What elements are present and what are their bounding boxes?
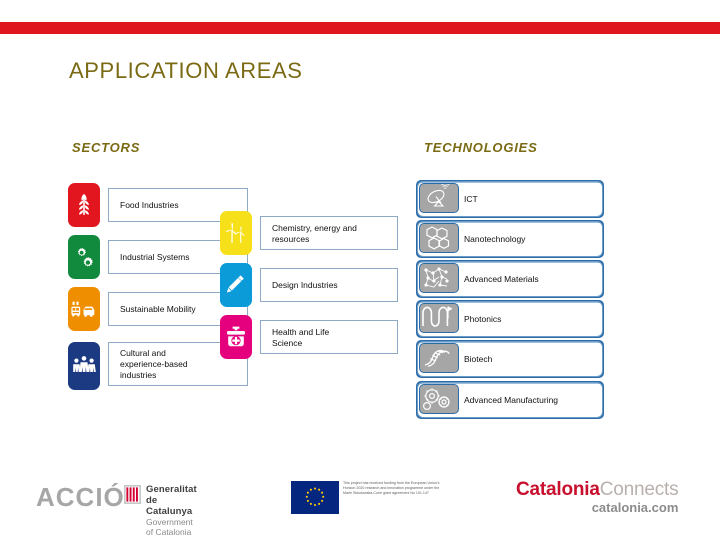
generalitat-line2: Government of Catalonia bbox=[146, 517, 193, 537]
eu-funding-disclaimer: This project has received funding from t… bbox=[343, 481, 440, 495]
catalonia-bold: Catalonia bbox=[516, 479, 600, 500]
tech-card-ict[interactable]: ICT bbox=[416, 180, 604, 218]
eu-flag-icon bbox=[291, 481, 339, 514]
accio-logo: ACCIÓ bbox=[36, 482, 125, 512]
catalonia-connects-logo: CataloniaConnects catalonia.com bbox=[516, 479, 679, 515]
tech-label: Nanotechnology bbox=[464, 234, 526, 244]
sector-label: Industrial Systems bbox=[120, 252, 190, 262]
generalitat-text: Generalitat de Catalunya Government of C… bbox=[146, 484, 197, 537]
slide-canvas: APPLICATION AREAS SECTORS TECHNOLOGIES F… bbox=[0, 0, 720, 540]
tech-label: Biotech bbox=[464, 354, 493, 364]
sector-card-industrial-systems[interactable]: Industrial Systems bbox=[68, 235, 248, 279]
tech-label: Photonics bbox=[464, 314, 502, 324]
sector-card-food-industries[interactable]: Food Industries bbox=[68, 183, 248, 227]
tech-card-advanced-manufacturing[interactable]: Advanced Manufacturing bbox=[416, 381, 604, 419]
sector-card-sustainable-mobility[interactable]: Sustainable Mobility bbox=[68, 287, 248, 331]
sector-card-design-industries[interactable]: Design Industries bbox=[220, 263, 398, 307]
dna-icon bbox=[419, 343, 459, 373]
top-red-bar bbox=[0, 22, 720, 34]
wind-turbine-icon bbox=[220, 211, 252, 255]
satellite-dish-icon bbox=[419, 183, 459, 213]
sector-card-cultural-industries[interactable]: Cultural and experience-based industries bbox=[68, 339, 248, 390]
sector-card-health-life-science[interactable]: Health and Life Science bbox=[220, 315, 398, 359]
sectors-heading: SECTORS bbox=[72, 140, 141, 155]
tech-label: ICT bbox=[464, 194, 478, 204]
sector-label: Health and Life Science bbox=[272, 327, 330, 348]
cogs-icon bbox=[419, 384, 459, 414]
tech-card-biotech[interactable]: Biotech bbox=[416, 340, 604, 378]
medical-bag-icon bbox=[220, 315, 252, 359]
gears-icon bbox=[68, 235, 100, 279]
tech-card-nanotechnology[interactable]: Nanotechnology bbox=[416, 220, 604, 258]
sector-label: Design Industries bbox=[272, 280, 338, 290]
sector-label: Chemistry, energy and resources bbox=[272, 223, 357, 244]
sector-label: Sustainable Mobility bbox=[120, 304, 196, 314]
tech-label: Advanced Materials bbox=[464, 274, 539, 284]
connects-light: Connects bbox=[599, 479, 679, 500]
vehicles-icon bbox=[68, 287, 100, 331]
tech-label: Advanced Manufacturing bbox=[464, 395, 559, 405]
sector-card-chemistry-energy-resources[interactable]: Chemistry, energy and resources bbox=[220, 211, 398, 255]
tech-card-photonics[interactable]: Photonics bbox=[416, 300, 604, 338]
pen-icon bbox=[220, 263, 252, 307]
sector-label: Cultural and experience-based industries bbox=[120, 348, 188, 380]
technologies-heading: TECHNOLOGIES bbox=[424, 140, 538, 155]
waveform-icon bbox=[419, 303, 459, 333]
generalitat-line1: Generalitat de Catalunya bbox=[146, 484, 197, 517]
generalitat-shield-icon bbox=[124, 485, 141, 504]
catalonia-connects-wordmark: CataloniaConnects bbox=[516, 479, 679, 500]
page-title: APPLICATION AREAS bbox=[69, 58, 303, 83]
hexagon-cells-icon bbox=[419, 223, 459, 253]
sector-label: Food Industries bbox=[120, 200, 179, 210]
catalonia-domain: catalonia.com bbox=[591, 500, 679, 515]
people-icon bbox=[68, 342, 100, 390]
wheat-icon bbox=[68, 183, 100, 227]
molecule-network-icon bbox=[419, 263, 459, 293]
tech-card-advanced-materials[interactable]: Advanced Materials bbox=[416, 260, 604, 298]
